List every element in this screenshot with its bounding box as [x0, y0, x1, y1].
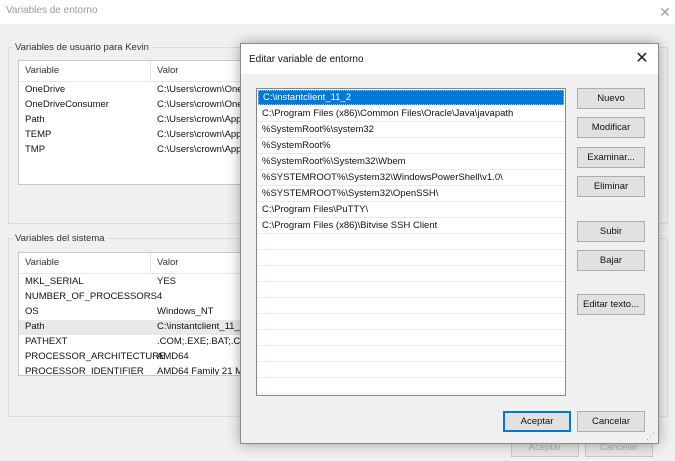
move-up-button[interactable]: Subir	[577, 221, 645, 242]
edit-button[interactable]: Modificar	[577, 117, 645, 138]
system-variable-name: PROCESSOR_IDENTIFIER	[25, 366, 144, 376]
dialog-title: Editar variable de entorno	[249, 54, 364, 65]
path-entry[interactable]: C:\Program Files\PuTTY\	[257, 202, 565, 218]
cancel-button[interactable]: Cancelar	[577, 411, 645, 432]
path-entry[interactable]: C:\instantclient_11_2	[258, 90, 564, 105]
system-variable-value: C:\instantclient_11_2	[157, 321, 245, 332]
system-variable-name: Path	[25, 321, 45, 332]
edit-env-variable-dialog: Editar variable de entorno ✕ C:\instantc…	[240, 43, 659, 444]
user-variables-group-label: Variables de usuario para Kevin	[13, 42, 151, 53]
path-entry[interactable]: %SystemRoot%\system32	[257, 122, 565, 138]
system-variable-name: OS	[25, 306, 39, 317]
system-variable-row[interactable]: Path C:\instantclient_11_2	[19, 320, 244, 335]
system-variable-row[interactable]: PATHEXT .COM;.EXE;.BAT;.CM	[19, 335, 244, 350]
system-variable-name: NUMBER_OF_PROCESSORS	[25, 291, 157, 302]
system-col-value[interactable]: Valor	[157, 257, 178, 268]
user-variables-list[interactable]: Variable Valor OneDrive C:\Users\crown\On…	[18, 60, 245, 185]
empty-path-row[interactable]	[257, 362, 565, 378]
system-variable-row[interactable]: MKL_SERIAL YES	[19, 275, 244, 290]
empty-path-row[interactable]	[257, 266, 565, 282]
user-list-header: Variable Valor	[19, 61, 244, 82]
system-variable-row[interactable]: PROCESSOR_IDENTIFIER AMD64 Family 21 M	[19, 365, 244, 376]
empty-path-row[interactable]	[257, 330, 565, 346]
user-variable-value: C:\Users\crown\App	[157, 144, 242, 155]
path-entry[interactable]: C:\Program Files (x86)\Bitvise SSH Clien…	[257, 218, 565, 234]
user-variable-name: TMP	[25, 144, 46, 155]
system-variable-name: PATHEXT	[25, 336, 68, 347]
user-variable-row[interactable]: OneDriveConsumer C:\Users\crown\One	[19, 98, 244, 113]
system-variable-value: AMD64 Family 21 M	[157, 366, 244, 376]
system-variable-row[interactable]: PROCESSOR_ARCHITECTURE AMD64	[19, 350, 244, 365]
dialog-titlebar: Editar variable de entorno ✕	[241, 44, 658, 74]
bg-close-icon[interactable]: ✕	[655, 2, 675, 22]
user-variable-name: OneDrive	[25, 84, 66, 95]
system-variable-row[interactable]: OS Windows_NT	[19, 305, 244, 320]
move-down-button[interactable]: Bajar	[577, 250, 645, 271]
empty-path-row[interactable]	[257, 234, 565, 250]
path-entry[interactable]: C:\Program Files (x86)\Common Files\Orac…	[257, 106, 565, 122]
accept-button[interactable]: Aceptar	[503, 411, 571, 432]
user-variable-row[interactable]: TEMP C:\Users\crown\App	[19, 128, 244, 143]
system-variable-value: Windows_NT	[157, 306, 214, 317]
user-variable-name: OneDriveConsumer	[25, 99, 109, 110]
delete-button[interactable]: Eliminar	[577, 176, 645, 197]
system-variables-list[interactable]: Variable Valor MKL_SERIAL YES NUMBER_OF_PR…	[18, 252, 245, 376]
empty-path-row[interactable]	[257, 298, 565, 314]
user-variable-name: Path	[25, 114, 45, 125]
user-col-variable[interactable]: Variable	[25, 65, 59, 76]
user-variable-value: C:\Users\crown\App	[157, 129, 242, 140]
path-entry[interactable]: %SYSTEMROOT%\System32\OpenSSH\	[257, 186, 565, 202]
user-variable-value: C:\Users\crown\One	[157, 99, 243, 110]
path-entry[interactable]: %SystemRoot%\System32\Wbem	[257, 154, 565, 170]
system-col-variable[interactable]: Variable	[25, 257, 59, 268]
empty-path-row[interactable]	[257, 282, 565, 298]
new-button[interactable]: Nuevo	[577, 88, 645, 109]
user-variable-value: C:\Users\crown\One	[157, 84, 243, 95]
path-entries-list[interactable]: C:\instantclient_11_2 C:\Program Files (x…	[256, 88, 566, 396]
system-variable-value: .COM;.EXE;.BAT;.CM	[157, 336, 245, 347]
system-variable-value: 4	[157, 291, 163, 302]
empty-path-row[interactable]	[257, 394, 565, 395]
system-variables-group-label: Variables del sistema	[13, 233, 107, 244]
empty-path-row[interactable]	[257, 378, 565, 394]
user-variable-value: C:\Users\crown\App	[157, 114, 242, 125]
user-variable-row[interactable]: Path C:\Users\crown\App	[19, 113, 244, 128]
path-entry[interactable]: %SYSTEMROOT%\System32\WindowsPowerShell\…	[257, 170, 565, 186]
edit-text-button[interactable]: Editar texto...	[577, 294, 645, 315]
user-col-value[interactable]: Valor	[157, 65, 178, 76]
system-list-header: Variable Valor	[19, 253, 244, 274]
empty-path-row[interactable]	[257, 250, 565, 266]
user-variable-row[interactable]: OneDrive C:\Users\crown\One	[19, 83, 244, 98]
dialog-close-icon[interactable]: ✕	[631, 49, 653, 69]
resize-grip-icon[interactable]: ⋰	[646, 431, 656, 441]
system-variable-row[interactable]: NUMBER_OF_PROCESSORS 4	[19, 290, 244, 305]
browse-button[interactable]: Examinar...	[577, 147, 645, 168]
system-variable-name: MKL_SERIAL	[25, 276, 84, 287]
system-variable-name: PROCESSOR_ARCHITECTURE	[25, 351, 166, 362]
user-variable-name: TEMP	[25, 129, 52, 140]
path-entry[interactable]: %SystemRoot%	[257, 138, 565, 154]
system-variable-value: AMD64	[157, 351, 189, 362]
empty-path-row[interactable]	[257, 314, 565, 330]
user-variable-row[interactable]: TMP C:\Users\crown\App	[19, 143, 244, 158]
empty-path-row[interactable]	[257, 346, 565, 362]
system-variable-value: YES	[157, 276, 177, 287]
bg-titlebar: Variables de entorno ✕	[0, 0, 675, 24]
bg-window-title: Variables de entorno	[6, 5, 98, 16]
